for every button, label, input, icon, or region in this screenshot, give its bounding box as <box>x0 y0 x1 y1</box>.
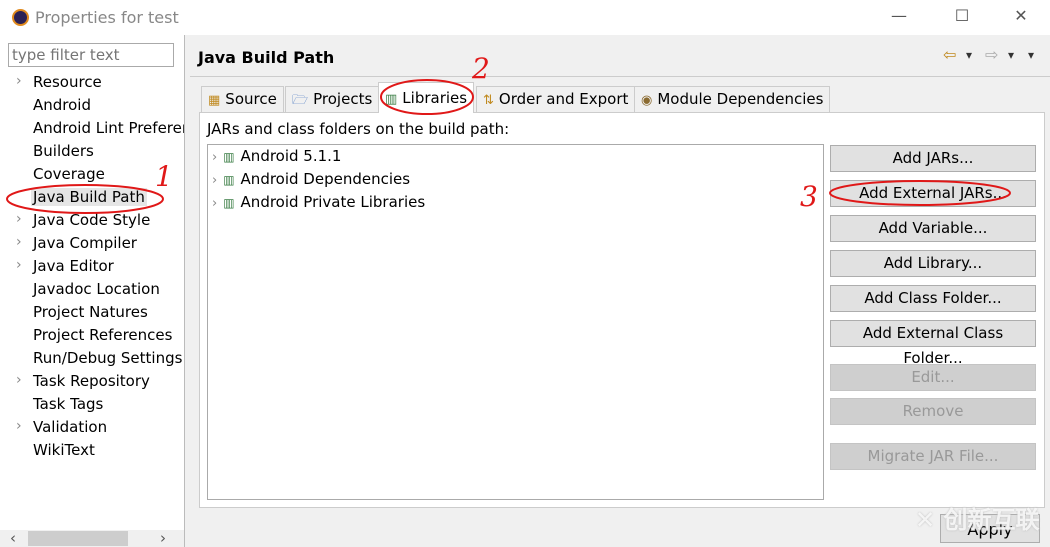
scroll-left-icon[interactable]: ‹ <box>10 529 16 547</box>
sidebar-item-label: Builders <box>33 142 94 160</box>
library-label: Android 5.1.1 <box>240 147 342 165</box>
sidebar-item[interactable]: › Resource <box>0 72 184 95</box>
chevron-right-icon[interactable]: › <box>212 173 217 188</box>
remove-button[interactable]: Remove <box>830 398 1036 425</box>
sidebar-item[interactable]: Android Lint Preferences <box>0 118 184 141</box>
forward-menu-icon[interactable]: ▾ <box>1008 48 1014 62</box>
library-icon: ▥ <box>223 173 235 187</box>
sidebar-item[interactable]: › Task Repository <box>0 371 184 394</box>
sidebar-item-label: Project Natures <box>33 303 148 321</box>
tab-label: Source <box>225 90 277 108</box>
sidebar-item-label: Java Build Path <box>31 188 147 206</box>
page-title: Java Build Path <box>198 48 335 67</box>
sidebar-item[interactable]: › Java Editor <box>0 256 184 279</box>
sidebar-item-label: Coverage <box>33 165 105 183</box>
sidebar-item-label: Java Code Style <box>33 211 151 229</box>
sidebar-item[interactable]: Project Natures <box>0 302 184 325</box>
sidebar-item-label: Java Compiler <box>33 234 137 252</box>
sidebar-item[interactable]: Android <box>0 95 184 118</box>
filter-input[interactable] <box>8 43 174 67</box>
chevron-right-icon[interactable]: › <box>212 196 217 211</box>
divider <box>190 76 1050 77</box>
sidebar-item[interactable]: › Validation <box>0 417 184 440</box>
sidebar-item-label: Java Editor <box>33 257 114 275</box>
sidebar-item-label: Project References <box>33 326 173 344</box>
migrate-jar-file-button[interactable]: Migrate JAR File... <box>830 443 1036 470</box>
add-library-button[interactable]: Add Library... <box>830 250 1036 277</box>
tab-label: Module Dependencies <box>657 90 824 108</box>
sidebar-item-label: Run/Debug Settings <box>33 349 183 367</box>
sidebar-item-label: WikiText <box>33 441 95 459</box>
folder-icon: 🗁 <box>292 93 309 108</box>
add-external-class-folder-button[interactable]: Add External Class Folder... <box>830 320 1036 367</box>
back-icon[interactable]: ⇦ <box>943 45 956 64</box>
module-icon: ◉ <box>641 93 653 108</box>
sidebar-item-label: Android Lint Preferences <box>33 119 184 137</box>
forward-icon[interactable]: ⇨ <box>985 45 998 64</box>
annotation-number: 1 <box>155 160 173 193</box>
tab-projects[interactable]: 🗁 Projects <box>285 86 380 112</box>
window-title: Properties for test <box>35 8 179 27</box>
annotation-number: 3 <box>800 180 818 213</box>
add-external-jars-button[interactable]: Add External JARs... <box>830 180 1036 207</box>
annotation-number: 2 <box>472 52 490 85</box>
sidebar-item-label: Task Tags <box>33 395 104 413</box>
add-variable-button[interactable]: Add Variable... <box>830 215 1036 242</box>
chevron-right-icon[interactable]: › <box>16 211 22 227</box>
chevron-right-icon[interactable]: › <box>212 150 217 165</box>
library-icon: ▥ <box>385 92 398 107</box>
add-class-folder-button[interactable]: Add Class Folder... <box>830 285 1036 312</box>
sidebar-item-label: Resource <box>33 73 102 91</box>
scrollbar-thumb[interactable] <box>28 531 128 546</box>
sidebar-item-label: Task Repository <box>33 372 150 390</box>
sidebar-item-label: Android <box>33 96 91 114</box>
eclipse-icon <box>12 9 29 26</box>
sidebar-item[interactable]: › Java Code Style <box>0 210 184 233</box>
order-icon: ⇅ <box>483 93 494 108</box>
edit-button[interactable]: Edit... <box>830 364 1036 391</box>
library-icon: ▥ <box>223 150 235 164</box>
tab-module-dependencies[interactable]: ◉ Module Dependencies <box>634 86 831 112</box>
library-label: Android Private Libraries <box>240 193 426 211</box>
chevron-right-icon[interactable]: › <box>16 234 22 250</box>
chevron-right-icon[interactable]: › <box>16 418 22 434</box>
chevron-right-icon[interactable]: › <box>16 372 22 388</box>
library-item[interactable]: › ▥ Android Dependencies <box>212 170 410 193</box>
chevron-right-icon[interactable]: › <box>16 257 22 273</box>
tab-label: Projects <box>313 90 373 108</box>
sidebar-item[interactable]: Task Tags <box>0 394 184 417</box>
sidebar-item[interactable]: Run/Debug Settings <box>0 348 184 371</box>
scroll-right-icon[interactable]: › <box>160 529 166 547</box>
chevron-right-icon[interactable]: › <box>16 73 22 89</box>
library-icon: ▥ <box>223 196 235 210</box>
sidebar-item[interactable]: WikiText <box>0 440 184 463</box>
sidebar-item-label: Javadoc Location <box>33 280 160 298</box>
library-item[interactable]: › ▥ Android Private Libraries <box>212 193 425 216</box>
tab-label: Order and Export <box>498 90 629 108</box>
sidebar-item[interactable]: › Java Compiler <box>0 233 184 256</box>
minimize-button[interactable]: — <box>884 6 914 28</box>
library-label: Android Dependencies <box>240 170 411 188</box>
view-menu-icon[interactable]: ▾ <box>1028 48 1034 62</box>
tab-libraries[interactable]: ▥ Libraries <box>378 82 475 113</box>
add-jars-button[interactable]: Add JARs... <box>830 145 1036 172</box>
sidebar-item[interactable]: Javadoc Location <box>0 279 184 302</box>
tab-order-and-export[interactable]: ⇅ Order and Export <box>476 86 636 112</box>
library-item[interactable]: › ▥ Android 5.1.1 <box>212 147 341 170</box>
title-bar: Properties for test — ☐ ✕ <box>0 0 1050 35</box>
back-menu-icon[interactable]: ▾ <box>966 48 972 62</box>
maximize-button[interactable]: ☐ <box>947 6 977 28</box>
sidebar-item[interactable]: Project References <box>0 325 184 348</box>
sidebar-item-label: Validation <box>33 418 108 436</box>
close-button[interactable]: ✕ <box>1006 6 1036 28</box>
panel-label: JARs and class folders on the build path… <box>207 120 510 138</box>
tab-label: Libraries <box>402 89 468 107</box>
source-folder-icon: ▦ <box>208 93 221 108</box>
watermark-logo: ✕ 创新互联 <box>915 506 1040 534</box>
tab-source[interactable]: ▦ Source <box>201 86 284 112</box>
